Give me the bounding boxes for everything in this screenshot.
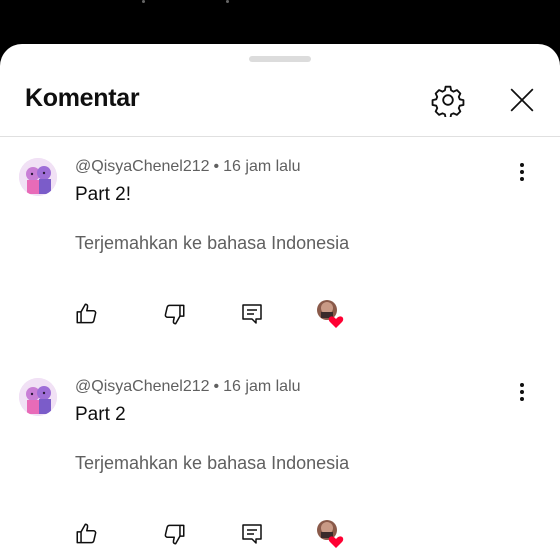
app-root: Komentar @QisyaChenel212 • 16 jam lalu P… bbox=[0, 0, 560, 560]
comments-header: Komentar bbox=[0, 70, 560, 137]
comment-time: 16 jam lalu bbox=[223, 378, 301, 395]
page-title: Komentar bbox=[25, 84, 140, 112]
meta-separator: • bbox=[213, 158, 220, 175]
gear-icon bbox=[431, 85, 465, 117]
avatar[interactable] bbox=[19, 378, 57, 416]
more-options-button[interactable] bbox=[508, 378, 536, 406]
reply-button[interactable] bbox=[234, 516, 270, 552]
creator-heart bbox=[312, 516, 348, 552]
dislike-button[interactable] bbox=[156, 296, 192, 332]
heart-icon bbox=[317, 520, 344, 548]
thumbs-up-icon bbox=[76, 303, 97, 324]
comment-meta: @QisyaChenel212 • 16 jam lalu bbox=[75, 378, 301, 396]
comment-actions bbox=[0, 516, 560, 556]
comment-author[interactable]: @QisyaChenel212 bbox=[75, 158, 210, 175]
translate-link[interactable]: Terjemahkan ke bahasa Indonesia bbox=[75, 233, 349, 254]
thumbs-down-icon bbox=[164, 524, 185, 545]
comment-text: Part 2 bbox=[75, 404, 126, 425]
close-icon bbox=[510, 88, 534, 112]
comment-item: @QisyaChenel212 • 16 jam lalu Part 2 Terje… bbox=[0, 378, 560, 560]
comment-time: 16 jam lalu bbox=[223, 158, 301, 175]
reply-icon bbox=[242, 304, 262, 324]
like-button[interactable] bbox=[69, 516, 105, 552]
background-video-area bbox=[130, 0, 250, 8]
reply-icon bbox=[242, 524, 262, 544]
creator-heart bbox=[312, 296, 348, 332]
meta-separator: • bbox=[213, 378, 220, 395]
more-vert-icon bbox=[520, 163, 524, 181]
more-options-button[interactable] bbox=[508, 158, 536, 186]
thumbs-down-icon bbox=[164, 304, 185, 325]
heart-icon bbox=[317, 300, 344, 328]
drag-handle[interactable] bbox=[249, 56, 311, 62]
like-button[interactable] bbox=[69, 296, 105, 332]
comment-text: Part 2! bbox=[75, 184, 131, 205]
dislike-button[interactable] bbox=[156, 516, 192, 552]
comment-actions bbox=[0, 296, 560, 336]
thumbs-up-icon bbox=[76, 523, 97, 544]
reply-button[interactable] bbox=[234, 296, 270, 332]
settings-button[interactable] bbox=[428, 80, 468, 120]
translate-link[interactable]: Terjemahkan ke bahasa Indonesia bbox=[75, 453, 349, 474]
comment-item: @QisyaChenel212 • 16 jam lalu Part 2! Terj… bbox=[0, 158, 560, 368]
comment-meta: @QisyaChenel212 • 16 jam lalu bbox=[75, 158, 301, 176]
comment-author[interactable]: @QisyaChenel212 bbox=[75, 378, 210, 395]
more-vert-icon bbox=[520, 383, 524, 401]
avatar[interactable] bbox=[19, 158, 57, 196]
comments-sheet: Komentar @QisyaChenel212 • 16 jam lalu P… bbox=[0, 44, 560, 560]
close-button[interactable] bbox=[502, 80, 542, 120]
